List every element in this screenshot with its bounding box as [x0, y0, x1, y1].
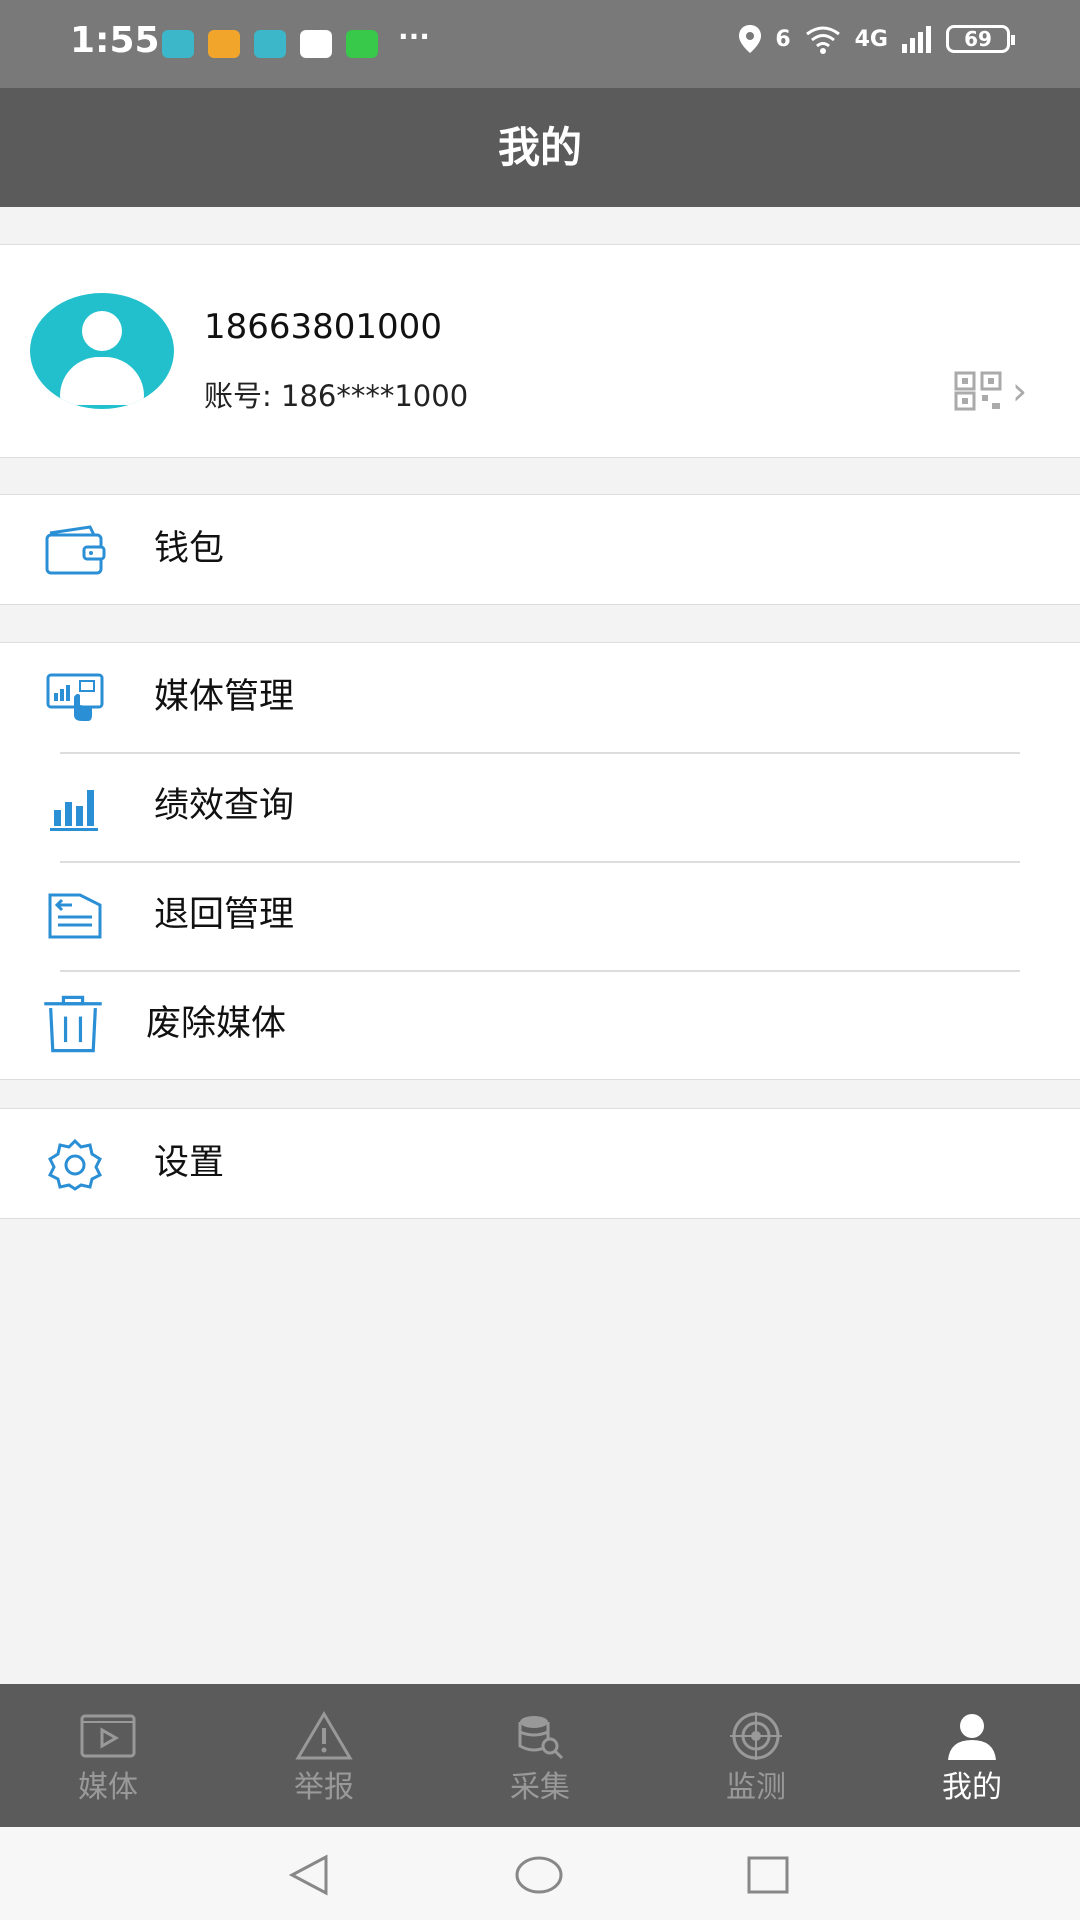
menu-item-abolish-media[interactable]: 废除媒体	[0, 970, 1080, 1079]
menu-item-media-manage[interactable]: 媒体管理	[0, 643, 1080, 752]
wallet-icon	[45, 525, 106, 575]
shop-app-icon	[162, 30, 194, 58]
menu-item-performance[interactable]: 绩效查询	[0, 752, 1080, 861]
chevron-right-icon[interactable]: ›	[1012, 369, 1027, 413]
menu-item-wallet[interactable]: 钱包	[0, 495, 1080, 604]
wifi-icon	[805, 26, 840, 54]
menu-item-settings[interactable]: 设置	[0, 1109, 1080, 1218]
media-manage-icon	[46, 673, 104, 721]
battery-indicator: 69	[946, 25, 1015, 53]
more-notifications-icon: ···	[398, 20, 430, 53]
tab-media[interactable]: 媒体	[0, 1684, 216, 1827]
return-manage-label: 退回管理	[154, 895, 295, 935]
return-document-icon	[48, 893, 102, 939]
warning-icon	[295, 1711, 353, 1760]
page-title: 我的	[0, 88, 1080, 207]
wallet-label: 钱包	[154, 529, 225, 569]
tab-mine-label: 我的	[942, 1770, 1002, 1805]
target-icon	[730, 1712, 782, 1760]
weibo-icon	[208, 30, 240, 58]
avatar[interactable]	[30, 293, 174, 409]
tab-report[interactable]: 举报	[216, 1684, 432, 1827]
account-label: 账号:	[204, 379, 272, 413]
tab-collect-label: 采集	[510, 1770, 570, 1805]
home-icon[interactable]	[514, 1855, 564, 1895]
notification-icons	[162, 30, 378, 58]
profile-card[interactable]: 18663801000 账号: 186****1000 ›	[0, 244, 1080, 458]
media-group: 媒体管理 绩效查询 退回管理 废除媒体	[0, 642, 1080, 1080]
network-type: 4G	[854, 26, 888, 52]
media-manage-label: 媒体管理	[154, 677, 295, 717]
menu-item-return-manage[interactable]: 退回管理	[0, 861, 1080, 970]
location-icon	[739, 25, 762, 53]
recent-apps-icon[interactable]	[746, 1855, 790, 1895]
message-icon	[346, 30, 378, 58]
tab-collect[interactable]: 采集	[432, 1684, 648, 1827]
performance-label: 绩效查询	[154, 786, 295, 826]
signal-icon	[902, 26, 931, 53]
shop-app-icon	[254, 30, 286, 58]
tab-monitor-label: 监测	[726, 1770, 786, 1805]
tab-monitor[interactable]: 监测	[648, 1684, 864, 1827]
user-icon	[948, 1714, 996, 1760]
bottom-navigation: 媒体 举报 采集 监测 我的	[0, 1684, 1080, 1827]
settings-label: 设置	[154, 1143, 225, 1183]
status-bar: 1:55 ··· 6 4G 69	[0, 0, 1080, 88]
tab-report-label: 举报	[294, 1770, 354, 1805]
bar-chart-icon	[50, 790, 98, 831]
qq-icon	[300, 30, 332, 58]
account-info: 账号: 186****1000	[204, 373, 468, 415]
trash-icon	[44, 995, 102, 1053]
network-badge: 6	[775, 26, 791, 52]
tab-mine[interactable]: 我的	[864, 1684, 1080, 1827]
account-value: 186****1000	[281, 379, 469, 413]
wallet-group: 钱包	[0, 494, 1080, 605]
status-time: 1:55	[70, 20, 160, 61]
profile-phone: 18663801000	[204, 307, 442, 347]
abolish-media-label: 废除媒体	[146, 1004, 287, 1044]
tab-media-label: 媒体	[78, 1770, 138, 1805]
video-icon	[80, 1714, 136, 1758]
database-search-icon	[518, 1716, 564, 1760]
qr-code-icon[interactable]	[954, 371, 1002, 411]
back-icon[interactable]	[286, 1853, 332, 1897]
gear-icon	[47, 1138, 103, 1191]
system-navigation-bar	[0, 1827, 1080, 1920]
settings-group: 设置	[0, 1108, 1080, 1219]
